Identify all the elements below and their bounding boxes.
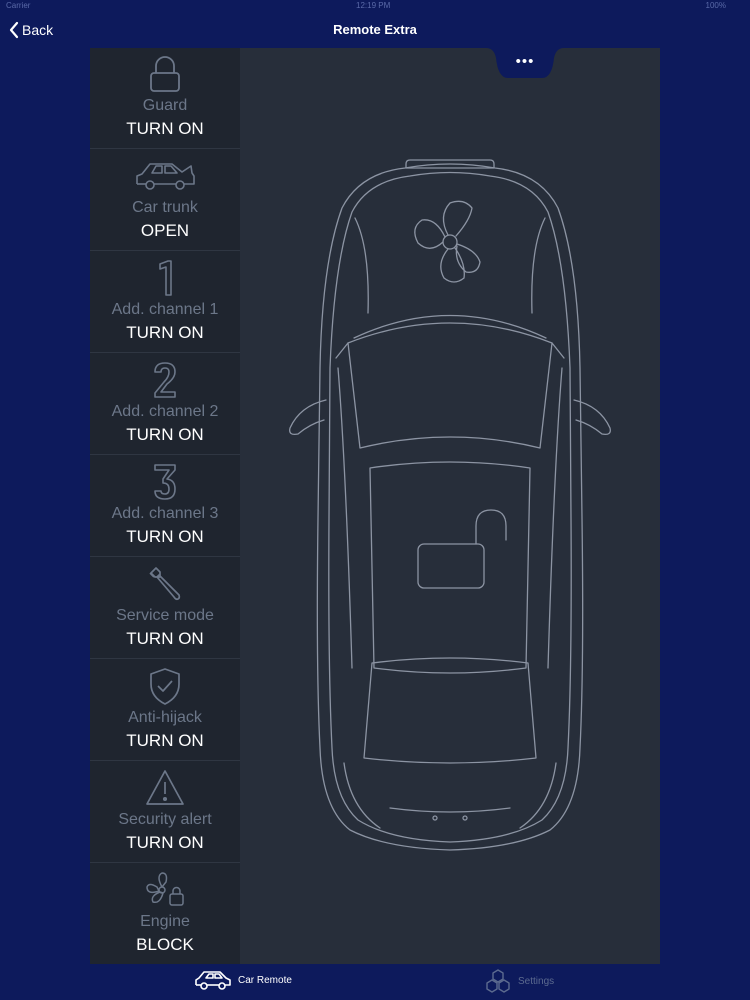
- sidebar-item-action: TURN ON: [126, 629, 204, 648]
- sidebar-item-action: TURN ON: [126, 731, 204, 750]
- remote-panel: Guard TURN ON Car trunk OPEN Add. channe…: [90, 48, 660, 964]
- channel-1-icon: [90, 256, 240, 300]
- tab-settings[interactable]: Settings: [484, 968, 554, 994]
- sidebar-item-action: OPEN: [140, 221, 190, 240]
- clock: 12:19 PM: [356, 1, 391, 10]
- fan-icon: [414, 200, 481, 283]
- page-title: Remote Extra: [333, 22, 417, 37]
- sidebar-item-security-alert[interactable]: Security alert TURN ON: [90, 762, 240, 863]
- channel-3-icon: [90, 460, 240, 504]
- warning-icon: [90, 766, 240, 810]
- tab-car-remote[interactable]: Car Remote: [194, 968, 292, 992]
- unlocked-padlock-icon: [417, 509, 507, 589]
- sidebar-item-label: Engine: [140, 913, 190, 930]
- sidebar-item-action: TURN ON: [126, 425, 204, 444]
- sidebar-item-action: TURN ON: [126, 323, 204, 342]
- navigation-bar: Back Remote Extra: [0, 12, 750, 50]
- car-top-view: [289, 159, 611, 851]
- sidebar-item-car-trunk[interactable]: Car trunk OPEN: [90, 150, 240, 251]
- settings-cubes-icon: [486, 969, 510, 993]
- sidebar-item-engine[interactable]: Engine BLOCK: [90, 864, 240, 965]
- command-sidebar: Guard TURN ON Car trunk OPEN Add. channe…: [90, 48, 240, 964]
- sidebar-item-label: Add. channel 1: [111, 301, 219, 318]
- tab-label: Settings: [518, 975, 555, 987]
- sidebar-item-action: TURN ON: [126, 527, 204, 546]
- sidebar-item-label: Add. channel 2: [111, 403, 219, 420]
- channel-2-icon: [90, 358, 240, 402]
- sidebar-item-label: Security alert: [118, 811, 212, 828]
- sidebar-item-anti-hijack[interactable]: Anti-hijack TURN ON: [90, 660, 240, 761]
- tab-label: Car Remote: [238, 974, 292, 986]
- lock-icon: [90, 52, 240, 96]
- fan-lock-icon: [90, 868, 240, 912]
- sidebar-item-label: Car trunk: [132, 199, 198, 216]
- shield-icon: [90, 664, 240, 708]
- sidebar-item-label: Guard: [142, 97, 188, 114]
- sidebar-item-label: Add. channel 3: [111, 505, 219, 522]
- carrier-label: Carrier: [6, 1, 31, 10]
- sidebar-item-action: BLOCK: [136, 935, 194, 954]
- status-bar: Carrier 12:19 PM 100%: [0, 0, 750, 12]
- sidebar-item-label: Service mode: [116, 607, 214, 624]
- sidebar-item-label: Anti-hijack: [128, 709, 202, 726]
- car-icon: [195, 971, 231, 990]
- tab-bar: Car Remote Settings: [0, 964, 750, 1000]
- car-illustration-area: •••: [240, 48, 660, 964]
- battery-label: 100%: [705, 1, 726, 10]
- car-trunk-icon: [90, 154, 240, 198]
- sidebar-item-channel-3[interactable]: Add. channel 3 TURN ON: [90, 456, 240, 557]
- wrench-icon: [90, 562, 240, 606]
- sidebar-item-channel-2[interactable]: Add. channel 2 TURN ON: [90, 354, 240, 455]
- sidebar-item-channel-1[interactable]: Add. channel 1 TURN ON: [90, 252, 240, 353]
- sidebar-item-action: TURN ON: [126, 833, 204, 852]
- sidebar-item-action: TURN ON: [126, 119, 204, 138]
- sidebar-item-service-mode[interactable]: Service mode TURN ON: [90, 558, 240, 659]
- sidebar-item-guard[interactable]: Guard TURN ON: [90, 48, 240, 149]
